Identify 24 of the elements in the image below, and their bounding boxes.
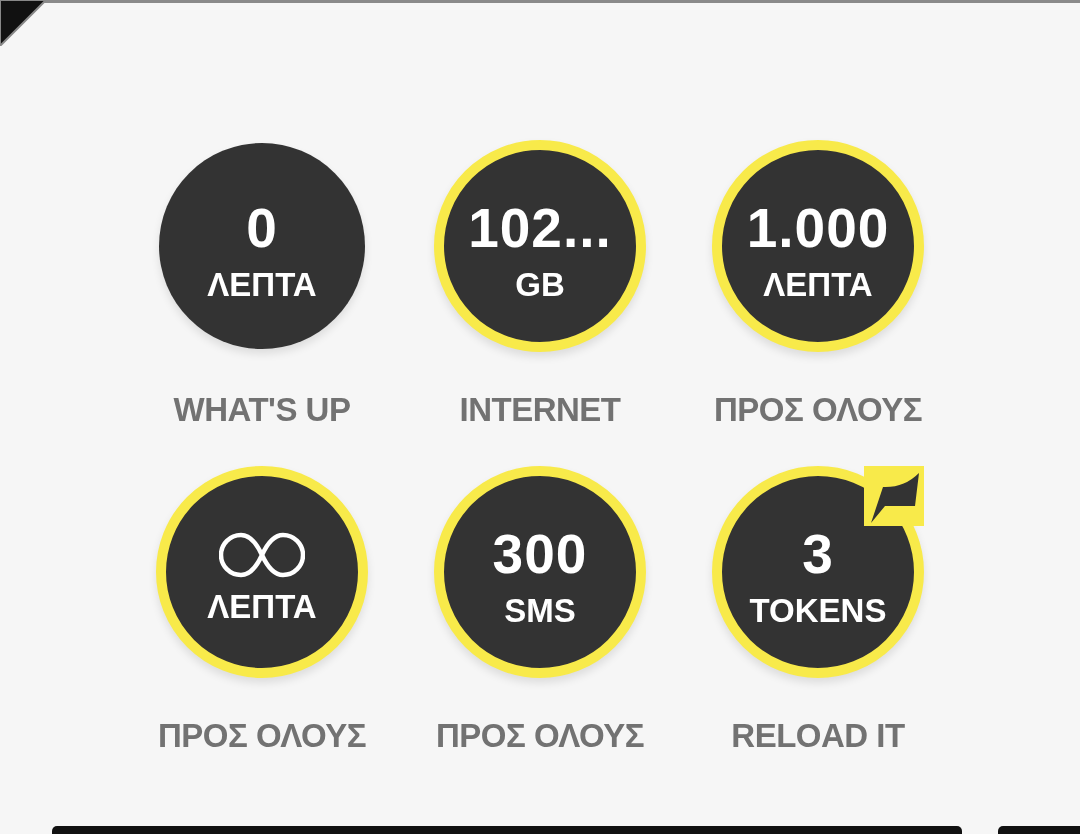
bundle-label: ΠΡΟΣ ΟΛΟΥΣ (158, 716, 366, 756)
bundle-amount: 3 (802, 527, 834, 582)
bundle-unit: GB (515, 268, 565, 301)
bundle-unit: TOKENS (749, 594, 887, 627)
bundle-label: ΠΡΟΣ ΟΛΟΥΣ (714, 390, 922, 430)
infinity-icon (219, 531, 305, 578)
bundle-circle[interactable]: 0 ΛΕΠΤΑ (159, 143, 365, 349)
bundle-circle[interactable]: 3 TOKENS (712, 466, 924, 678)
bundle-amount: 300 (492, 527, 588, 582)
bundle-amount: 102... (468, 201, 612, 256)
bundle-unit: ΛΕΠΤΑ (763, 268, 873, 301)
bundle-label: RELOAD IT (731, 716, 905, 756)
bundle-circle[interactable]: 300 SMS (434, 466, 646, 678)
bundle-label: ΠΡΟΣ ΟΛΟΥΣ (436, 716, 644, 756)
bundle-unit: ΛΕΠΤΑ (207, 589, 317, 623)
bundle-amount: 1.000 (746, 201, 890, 256)
bundle-circle[interactable]: 1.000 ΛΕΠΤΑ (712, 140, 924, 352)
bundle-unit: SMS (504, 594, 576, 627)
bundle-circle[interactable]: 102... GB (434, 140, 646, 352)
bundle-label: WHAT'S UP (173, 390, 351, 430)
bundle-circle[interactable]: ΛΕΠΤΑ (156, 466, 368, 678)
bundle-amount: 0 (246, 201, 278, 256)
bundle-unit: ΛΕΠΤΑ (207, 268, 317, 301)
bundle-label: INTERNET (459, 390, 621, 430)
